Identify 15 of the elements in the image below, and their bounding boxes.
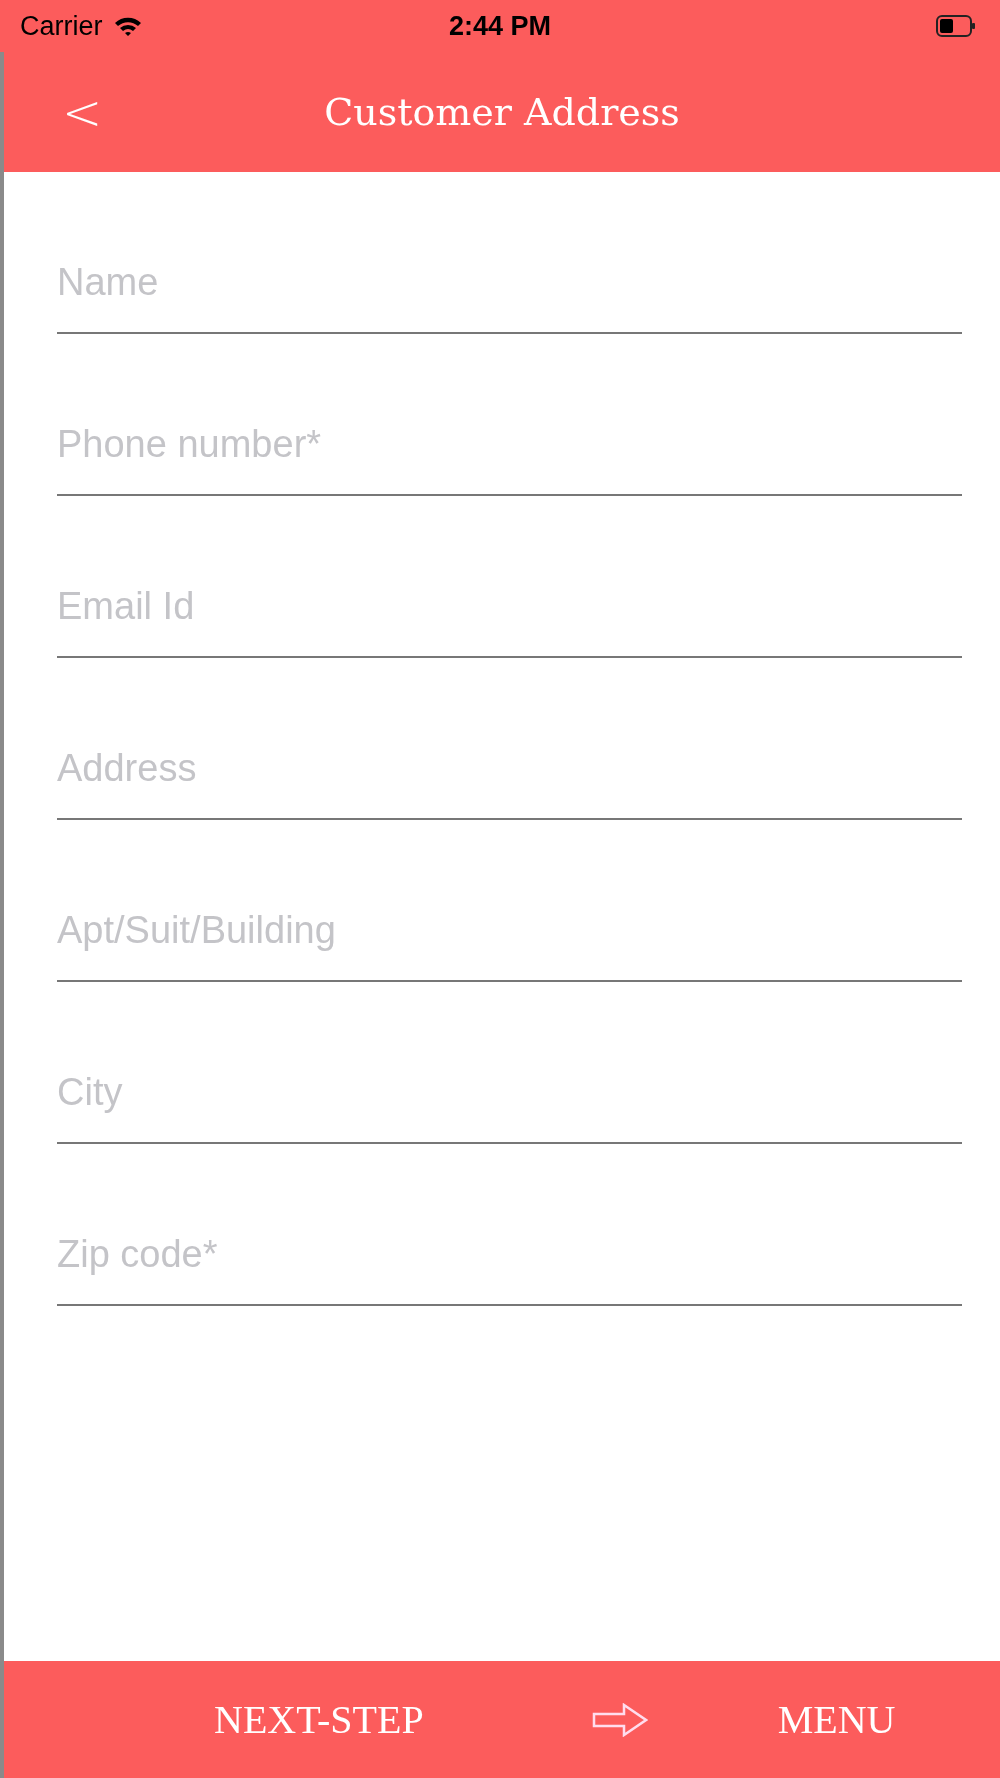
next-step-button[interactable]: NEXT-STEP [214, 1692, 424, 1747]
input-field[interactable]: Name [57, 232, 962, 334]
input-field[interactable]: Phone number* [57, 394, 962, 496]
input-field[interactable]: Apt/Suit/Building [57, 880, 962, 982]
arrow-icon [591, 1702, 648, 1737]
input-field[interactable]: Zip code* [57, 1204, 962, 1306]
input-field[interactable]: City [57, 1042, 962, 1144]
carrier-name: Carrier [20, 10, 103, 42]
screen-title: Customer Address [324, 90, 680, 134]
menu-button[interactable]: MENU [777, 1692, 896, 1747]
input-field[interactable]: Email Id [57, 556, 962, 658]
input-field[interactable]: Address [57, 718, 962, 820]
status-time: 2:44 PM [449, 10, 551, 42]
back-button[interactable]: < [54, 84, 111, 140]
battery-icon [936, 15, 976, 37]
